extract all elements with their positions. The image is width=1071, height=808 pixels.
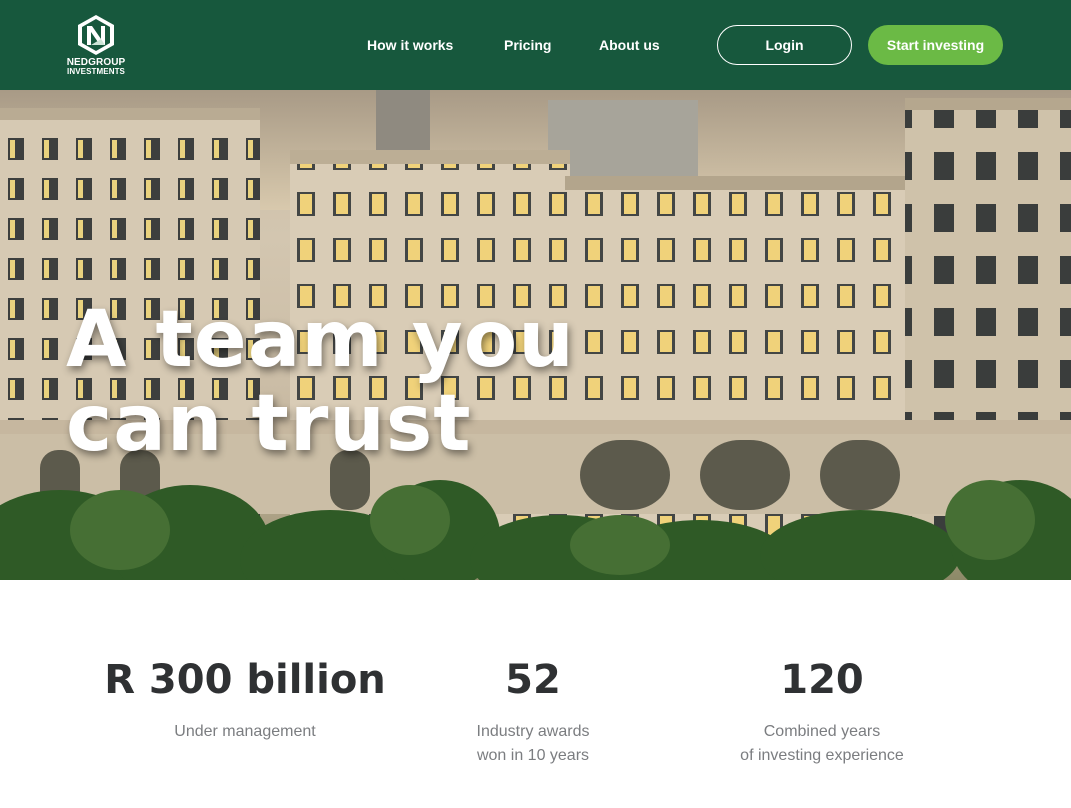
site-header: NEDGROUP INVESTMENTS How it works Pricin… [0, 0, 1071, 90]
nedgroup-logo[interactable]: NEDGROUP INVESTMENTS [62, 14, 130, 78]
nav-pricing[interactable]: Pricing [504, 36, 551, 54]
stat-experience: 120 Combined years of investing experien… [702, 656, 942, 768]
nav-about-us[interactable]: About us [599, 36, 660, 54]
stat-assets: R 300 billion Under management [95, 656, 395, 744]
nedgroup-n-icon [78, 15, 114, 55]
nav-how-it-works[interactable]: How it works [367, 36, 453, 54]
hero-title-line-2: can trust [66, 379, 472, 469]
stat-label-line-2: of investing experience [740, 747, 904, 764]
stat-value: 120 [780, 657, 864, 703]
login-button[interactable]: Login [717, 25, 852, 65]
stat-label-line-1: Industry awards [476, 723, 590, 740]
stat-value: 52 [505, 657, 561, 703]
hero-title: A team you can trust [66, 298, 586, 466]
stat-value: R 300 billion [104, 657, 386, 703]
stat-label: Combined years of investing experience [702, 720, 942, 768]
stat-label-line-1: Combined years [763, 723, 881, 740]
start-investing-button[interactable]: Start investing [868, 25, 1003, 65]
stat-label-line-2: won in 10 years [476, 747, 590, 764]
stat-label-line-1: Under management [174, 723, 316, 740]
stat-awards: 52 Industry awards won in 10 years [433, 656, 633, 768]
hero-banner: A team you can trust [0, 90, 1071, 580]
hero-title-line-1: A team you [66, 295, 575, 385]
stat-label: Under management [95, 720, 395, 744]
logo-text-investments: INVESTMENTS [67, 67, 125, 76]
stat-label: Industry awards won in 10 years [433, 720, 633, 768]
